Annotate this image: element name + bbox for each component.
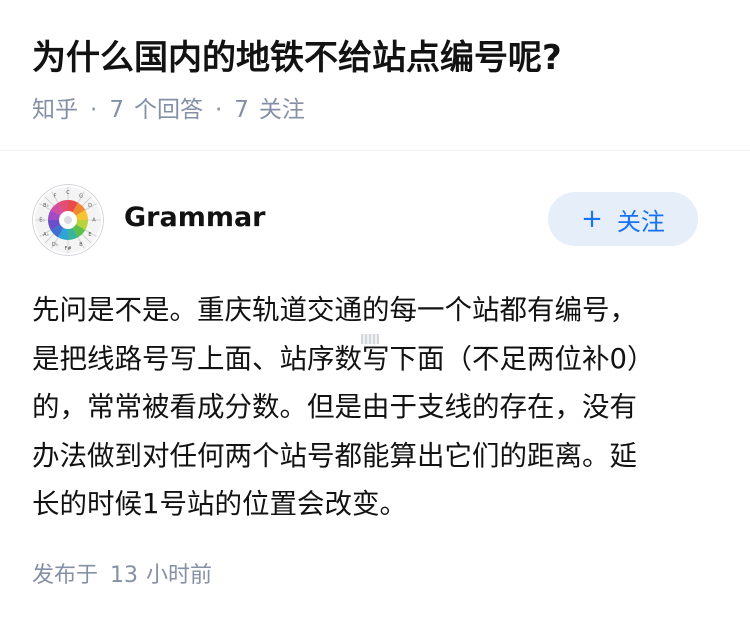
- followers-count: 7: [234, 97, 249, 123]
- publish-amount: 13: [110, 563, 139, 588]
- answer-line: 办法做到对任何两个站号都能算出它们的距离。延: [32, 439, 637, 472]
- answers-label: 个回答: [133, 97, 203, 123]
- follow-button-label: 关注: [616, 207, 665, 236]
- publish-prefix: 发布于: [32, 563, 99, 588]
- svg-text:B♭: B♭: [43, 203, 49, 209]
- svg-text:C: C: [66, 190, 70, 196]
- svg-text:D: D: [88, 203, 92, 209]
- meta-separator: ·: [90, 97, 98, 123]
- svg-text:D♭: D♭: [52, 242, 58, 248]
- svg-text:F#: F#: [64, 246, 71, 252]
- svg-text:F: F: [54, 194, 57, 200]
- publish-unit: 小时前: [146, 563, 213, 588]
- svg-text:A: A: [92, 218, 96, 224]
- plus-icon: +: [581, 204, 603, 234]
- svg-text:A♭: A♭: [43, 232, 49, 238]
- answer-line: 先问是不是。重庆轨道交通的每一个站都有编号，: [32, 294, 637, 326]
- source-label[interactable]: 知乎: [32, 92, 78, 128]
- publish-time: 发布于 13 小时前: [32, 558, 212, 594]
- svg-text:B: B: [79, 242, 83, 248]
- followers-label: 关注: [258, 97, 305, 123]
- avatar[interactable]: C G D A E B F# D♭ A♭ E♭ B♭ F: [32, 184, 104, 256]
- answers-count: 7: [109, 97, 124, 123]
- answer-page: 为什么国内的地铁不给站点编号呢? 知乎 · 7 个回答 · 7 关注 C G D…: [0, 0, 750, 626]
- svg-text:E: E: [88, 232, 91, 238]
- follow-button[interactable]: + 关注: [548, 192, 698, 246]
- text-cursor-mark: [361, 334, 379, 344]
- answer-body[interactable]: 先问是不是。重庆轨道交通的每一个站都有编号， 是把线路号写上面、站序数写下面（不…: [32, 286, 722, 529]
- question-title[interactable]: 为什么国内的地铁不给站点编号呢?: [32, 34, 732, 82]
- question-meta: 知乎 · 7 个回答 · 7 关注: [32, 92, 305, 128]
- svg-text:G: G: [79, 194, 83, 200]
- circle-of-fifths-avatar-icon: C G D A E B F# D♭ A♭ E♭ B♭ F: [32, 184, 104, 256]
- author-name[interactable]: Grammar: [124, 198, 266, 238]
- answer-line: 长的时候1号站的位置会改变。: [32, 488, 407, 520]
- svg-text:E♭: E♭: [39, 218, 45, 224]
- meta-separator: ·: [214, 97, 223, 123]
- answer-line: 的，常常被看成分数。但是由于支线的存在，没有: [32, 391, 637, 423]
- divider: [0, 150, 750, 151]
